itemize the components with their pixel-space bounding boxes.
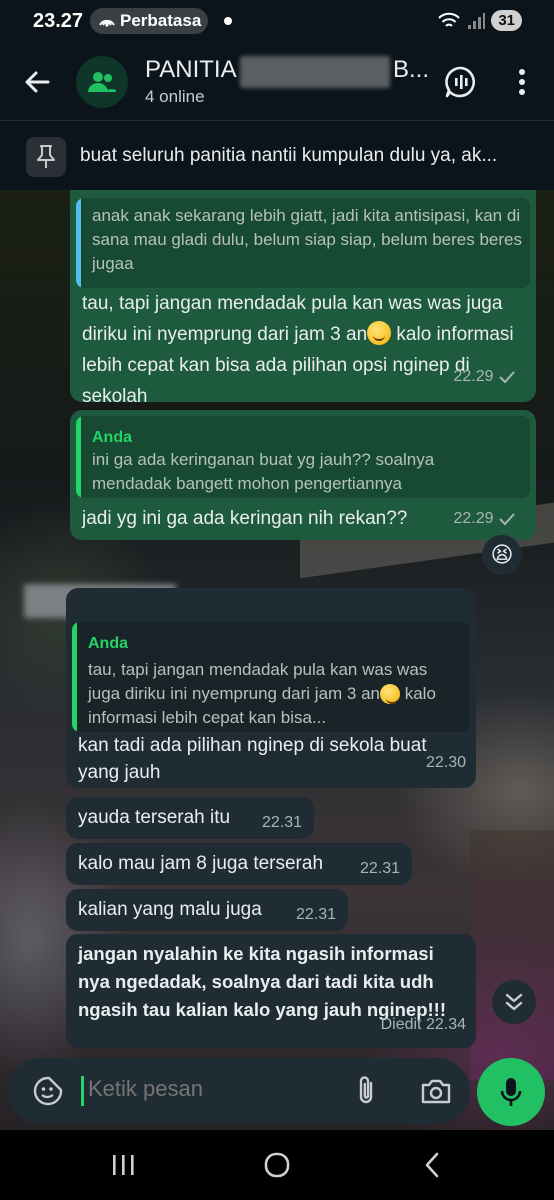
notification-dot	[224, 17, 232, 25]
message-time: 22.29	[453, 510, 494, 527]
smile-emoji-icon	[367, 321, 392, 345]
quote-accent-bar	[76, 198, 81, 288]
system-nav-bar	[0, 1130, 554, 1200]
hotspot-label: Perbatasa	[120, 11, 202, 30]
group-name-prefix[interactable]: PANITIA	[145, 56, 237, 84]
quoted-text: ini ga ada keringanan buat yg jauh?? soa…	[92, 450, 435, 493]
more-options-button[interactable]	[502, 62, 542, 102]
message-text: kan tadi ada pilihan nginep di sekola bu…	[78, 735, 427, 783]
pin-icon	[26, 137, 66, 177]
message-meta: 22.29	[454, 363, 517, 390]
camera-icon	[421, 1079, 451, 1104]
pinned-message-bar[interactable]: buat seluruh panitia nantii kumpulan dul…	[0, 120, 554, 190]
arrow-left-icon	[25, 71, 50, 93]
redacted-group-name	[240, 56, 390, 88]
message-time: 22.29	[453, 368, 494, 385]
sticker-button[interactable]	[30, 1073, 66, 1109]
more-vertical-icon	[519, 69, 525, 95]
delivered-check-icon	[499, 371, 515, 384]
message-meta: Diedit 22.34	[381, 1011, 466, 1038]
home-button[interactable]	[257, 1148, 297, 1182]
message-bubble-incoming[interactable]: jangan nyalahin ke kita ngasih informasi…	[66, 934, 476, 1048]
voice-call-button[interactable]	[441, 62, 481, 102]
quote-accent-bar	[76, 416, 81, 498]
signal-icon	[468, 12, 486, 29]
weary-face-emoji-icon: 😫	[490, 542, 514, 567]
message-bubble-incoming[interactable]: kalian yang malu juga 22.31	[66, 889, 348, 931]
quoted-message[interactable]: Anda tau, tapi jangan mendadak pula kan …	[72, 622, 470, 732]
background-stall	[470, 830, 554, 1080]
voice-call-add-icon	[445, 66, 476, 98]
chat-header: PANITIA B... 4 online	[0, 44, 554, 120]
message-bubble-incoming[interactable]: yauda terserah itu 22.31	[66, 797, 314, 839]
recent-apps-icon	[113, 1155, 134, 1175]
message-text: yauda terserah itu	[78, 807, 231, 828]
status-time: 23.27	[33, 10, 84, 32]
group-avatar[interactable]	[76, 56, 128, 108]
attach-button[interactable]	[348, 1073, 384, 1109]
message-bubble-outgoing[interactable]: Anda ini ga ada keringanan buat yg jauh?…	[70, 410, 536, 540]
status-bar: 23.27 Perbatasa 31	[0, 0, 554, 44]
voice-record-button[interactable]	[477, 1058, 545, 1126]
battery-level: 31	[491, 10, 522, 31]
message-bubble-incoming[interactable]: kalo mau jam 8 juga terserah 22.31	[66, 843, 412, 885]
text-caret	[81, 1076, 84, 1106]
message-bubble-incoming[interactable]: Anda tau, tapi jangan mendadak pula kan …	[66, 588, 476, 788]
pinned-message-text: buat seluruh panitia nantii kumpulan dul…	[80, 145, 498, 166]
message-input[interactable]	[88, 1076, 328, 1102]
camera-button[interactable]	[418, 1073, 454, 1109]
hotspot-pill: Perbatasa	[90, 8, 208, 34]
message-bubble-outgoing[interactable]: anak anak sekarang lebih giatt, jadi kit…	[70, 190, 536, 407]
sticker-icon	[33, 1076, 63, 1106]
delivered-check-icon	[499, 513, 515, 526]
message-text: tau, tapi jangan mendadak pula kan was w…	[82, 288, 532, 412]
quoted-sender: Anda	[88, 635, 128, 652]
scroll-to-bottom-button[interactable]	[492, 980, 536, 1024]
message-time: 22.30	[425, 754, 466, 771]
message-meta: 22.29	[454, 505, 517, 532]
message-time: 22.31	[359, 860, 400, 877]
message-time: 22.31	[261, 814, 302, 831]
group-name-suffix[interactable]: B...	[393, 56, 429, 84]
message-text: jadi yg ini ga ada keringan nih rekan??	[82, 508, 408, 529]
home-icon	[264, 1152, 290, 1178]
chat-area[interactable]: anak anak sekarang lebih giatt, jadi kit…	[0, 190, 554, 1130]
double-chevron-down-icon	[505, 993, 523, 1011]
group-icon	[88, 72, 116, 92]
online-count: 4 online	[145, 87, 205, 106]
quote-accent-bar	[72, 622, 77, 732]
quoted-text: anak anak sekarang lebih giatt, jadi kit…	[92, 206, 522, 273]
nav-back-button[interactable]	[412, 1148, 452, 1182]
recent-apps-button[interactable]	[103, 1148, 143, 1182]
message-text: kalian yang malu juga	[78, 899, 262, 920]
message-time: 22.34	[425, 1016, 466, 1033]
wifi-icon	[438, 12, 461, 27]
quoted-text: tau, tapi jangan mendadak pula kan was w…	[88, 658, 460, 730]
message-composer[interactable]	[8, 1058, 470, 1124]
back-button[interactable]	[18, 62, 58, 102]
edited-label: Diedit	[380, 1016, 422, 1033]
message-text: kalo mau jam 8 juga terserah	[78, 853, 324, 874]
quoted-text-part: tau, tapi jangan mendadak pula kan was w…	[88, 660, 428, 703]
hotspot-icon	[99, 19, 115, 27]
quoted-message[interactable]: anak anak sekarang lebih giatt, jadi kit…	[76, 198, 530, 288]
smile-emoji-icon	[380, 684, 400, 704]
message-time: 22.31	[295, 906, 336, 923]
quoted-message[interactable]: Anda ini ga ada keringanan buat yg jauh?…	[76, 416, 530, 498]
paperclip-icon	[359, 1076, 373, 1104]
back-chevron-icon	[425, 1152, 439, 1178]
message-reaction[interactable]: 😫	[482, 535, 522, 575]
mic-icon	[500, 1078, 522, 1106]
quoted-sender: Anda	[92, 429, 132, 446]
